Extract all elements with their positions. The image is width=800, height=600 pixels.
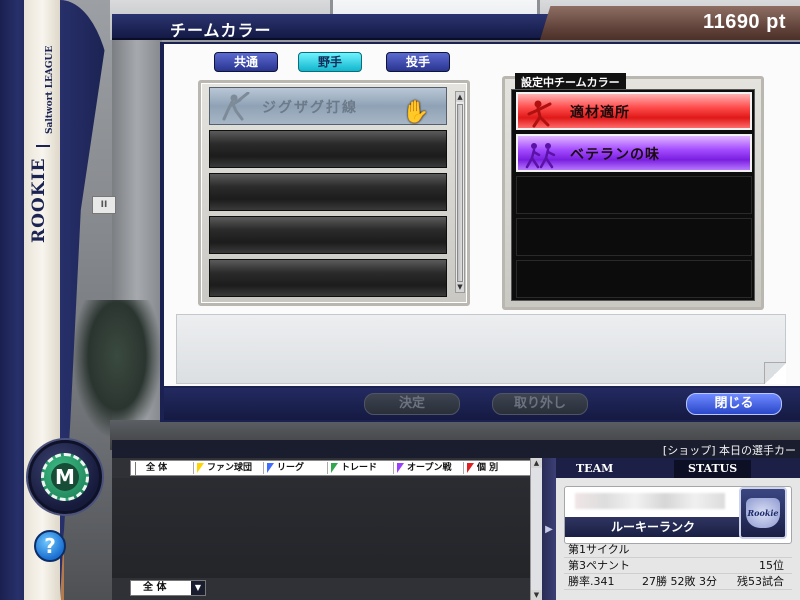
chat-panel: 全 体 ファン球団 リーグ トレード オープン戦 個 別 全 体 ▼ ▲ ▼ (112, 458, 542, 600)
tab-fielder[interactable]: 野手 (298, 52, 362, 72)
points-value: 11690 pt (703, 11, 786, 33)
current-colors-list: 適材適所 ベテランの味 (511, 89, 755, 301)
team-row-pennant: 第3ペナント 15位 (564, 558, 792, 574)
pitcher-icon (527, 100, 552, 128)
list-item-empty[interactable] (209, 173, 447, 211)
team-row-cycle: 第1サイクル (564, 542, 792, 558)
dialog-body: 共通 野手 投手 ジグザグ打線 ✋ ▲ ▼ 設定中チームカラー 適材適所 ベテラ… (164, 44, 800, 386)
current-colors-panel: 設定中チームカラー 適材適所 ベテランの味 (502, 73, 764, 310)
current-color-empty[interactable] (516, 218, 752, 256)
list-item-empty[interactable] (209, 259, 447, 297)
action-bar: 決定 取り外し 閉じる (164, 388, 800, 420)
list-item-label: ジグザグ打線 (262, 100, 358, 116)
scroll-up-icon[interactable]: ▲ (456, 92, 464, 102)
description-box (176, 314, 786, 384)
tab-team[interactable]: TEAM (562, 460, 627, 478)
team-badge: Rookie (739, 487, 787, 539)
chevron-down-icon: ▼ (191, 581, 205, 595)
brand-rookie: ROOKIE (29, 157, 49, 243)
scroll-up-icon[interactable]: ▲ (531, 458, 542, 468)
scroll-thumb[interactable] (457, 104, 463, 282)
cycle-value: 第1サイクル (568, 543, 630, 556)
panel-expand-icon[interactable]: ▶ (542, 458, 556, 600)
ticker-text: [ショップ] 本日の選手カー (662, 444, 796, 457)
remaining-games: 残53試合 (737, 575, 784, 588)
filter-separator (327, 462, 328, 474)
tab-common[interactable]: 共通 (214, 52, 278, 72)
current-color-label: ベテランの味 (570, 147, 660, 163)
chat-filter-bar: 全 体 ファン球団 リーグ トレード オープン戦 個 別 (130, 460, 542, 476)
team-stats: 第1サイクル 第3ペナント 15位 勝率.341 27勝 52敗 3分 残53試… (564, 542, 792, 590)
team-emblem-icon: Rookie (746, 498, 780, 528)
win-loss-record: 27勝 52敗 3分 (642, 575, 717, 588)
pennant-value: 第3ペナント (568, 559, 630, 572)
sidebar: Saltwort LEAGUE ROOKIE M ? (0, 0, 112, 600)
filter-fan-team[interactable]: ファン球団 (197, 462, 252, 475)
team-panel: TEAM STATUS ルーキーランク Rookie 第1サイクル 第3ペナント… (556, 458, 800, 600)
title-bar: チームカラー (112, 14, 562, 40)
filter-separator (393, 462, 394, 474)
filter-separator (463, 462, 464, 474)
pennant-position: 15位 (759, 559, 784, 572)
team-rank: ルーキーランク (565, 517, 741, 537)
current-color-label: 適材適所 (570, 105, 630, 121)
current-color-item-2[interactable]: ベテランの味 (516, 134, 752, 172)
tab-status[interactable]: STATUS (674, 460, 752, 478)
team-color-dialog: 共通 野手 投手 ジグザグ打線 ✋ ▲ ▼ 設定中チームカラー 適材適所 ベテラ… (160, 42, 800, 422)
filter-open-game[interactable]: オープン戦 (397, 462, 451, 475)
current-color-empty[interactable] (516, 260, 752, 298)
menu-emblem-icon: M (41, 453, 89, 501)
news-ticker: [ショップ] 本日の選手カー (112, 440, 800, 458)
league-name: Saltwort LEAGUE (45, 45, 55, 135)
chat-channel-select[interactable]: 全 体 ▼ (130, 580, 206, 596)
points-display: 11690 pt (540, 6, 800, 40)
team-row-record: 勝率.341 27勝 52敗 3分 残53試合 (564, 574, 792, 590)
help-button[interactable]: ? (34, 530, 66, 562)
list-scrollbar[interactable]: ▲ ▼ (455, 91, 465, 293)
brand-divider (36, 145, 50, 147)
team-name-hidden (575, 493, 725, 509)
list-item-empty[interactable] (209, 130, 447, 168)
page-title: チームカラー (170, 21, 272, 40)
chat-channel-value: 全 体 (143, 582, 167, 593)
team-card: ルーキーランク Rookie (564, 486, 792, 544)
color-list: ジグザグ打線 ✋ ▲ ▼ (198, 80, 470, 306)
hand-cursor-icon: ✋ (402, 100, 430, 125)
filter-league[interactable]: リーグ (267, 462, 304, 475)
tab-pitcher[interactable]: 投手 (386, 52, 450, 72)
page-curl-icon (764, 362, 786, 384)
list-item-zigzag[interactable]: ジグザグ打線 ✋ (209, 87, 447, 125)
filter-separator (263, 462, 264, 474)
win-rate: 勝率.341 (568, 575, 615, 588)
filter-all[interactable]: 全 体 (135, 462, 167, 475)
menu-letter: M (51, 463, 79, 491)
scroll-down-icon[interactable]: ▼ (456, 282, 464, 292)
scroll-down-icon[interactable]: ▼ (531, 590, 542, 600)
filter-private[interactable]: 個 別 (467, 462, 498, 475)
main-menu-button[interactable]: M (28, 440, 102, 514)
current-color-item-1[interactable]: 適材適所 (516, 92, 752, 130)
list-item-empty[interactable] (209, 216, 447, 254)
batter-icon (222, 92, 250, 121)
runners-icon (525, 143, 556, 169)
decide-button[interactable]: 決定 (364, 393, 460, 415)
chat-log[interactable] (112, 478, 530, 578)
filter-separator (193, 462, 194, 474)
filter-trade[interactable]: トレード (331, 462, 377, 475)
close-button[interactable]: 閉じる (686, 393, 782, 415)
current-color-empty[interactable] (516, 176, 752, 214)
chat-scrollbar[interactable]: ▲ ▼ (530, 458, 542, 600)
remove-button[interactable]: 取り外し (492, 393, 588, 415)
team-tabs: TEAM STATUS (556, 458, 800, 478)
